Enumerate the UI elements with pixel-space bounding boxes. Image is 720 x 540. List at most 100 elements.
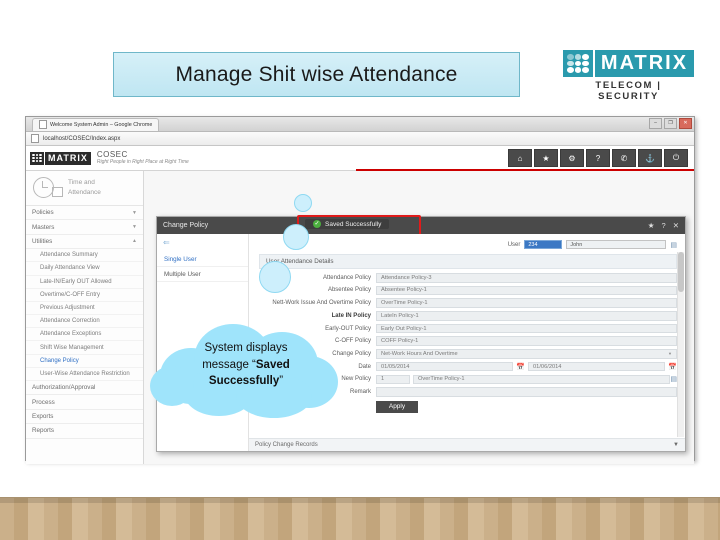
user-label: User <box>507 241 521 248</box>
user-row: User 234 John ▤ <box>259 240 677 249</box>
window-controls[interactable]: – ❐ ✕ <box>649 118 692 129</box>
matrix-dots-icon <box>563 50 593 77</box>
help-icon[interactable]: ? <box>586 149 610 167</box>
sidebar-group-exports[interactable]: Exports <box>26 410 143 425</box>
close-button[interactable]: ✕ <box>679 118 692 129</box>
calendar-icon[interactable]: 📅 <box>668 363 677 371</box>
new-policy-picker-icon[interactable]: ▤ <box>670 375 677 383</box>
callout-line-2-prefix: message “ <box>202 358 256 371</box>
minimize-button[interactable]: – <box>649 118 662 129</box>
user-picker-icon[interactable]: ▤ <box>670 241 677 249</box>
page-info-icon <box>31 134 39 143</box>
sidebar-group-utilities[interactable]: Utilities ▲ <box>26 235 143 250</box>
desk-surface <box>0 497 720 540</box>
matrix-tagline: TELECOM | SECURITY <box>595 80 662 102</box>
field-value: LateIn Policy-1 <box>376 311 677 321</box>
sidebar-group-process[interactable]: Process <box>26 395 143 410</box>
new-policy-name-field: OverTime Policy-1 <box>413 374 671 384</box>
tab-multiple-user[interactable]: Multiple User <box>157 267 248 282</box>
callout-line-1: System displays <box>204 342 288 354</box>
close-icon[interactable]: ✕ <box>673 221 679 230</box>
apply-button[interactable]: Apply <box>376 400 418 413</box>
sidebar-item-shift-wise-management[interactable]: Shift Wise Management <box>26 341 143 355</box>
widget-line-2: Attendance <box>68 188 101 196</box>
home-icon[interactable]: ⌂ <box>508 149 532 167</box>
chevron-down-icon: ▼ <box>132 209 137 216</box>
dialog-actions[interactable]: ★ ? ✕ <box>648 221 679 230</box>
sidebar-group-policies[interactable]: Policies ▼ <box>26 206 143 221</box>
change-policy-select[interactable]: Net-Work Hours And Overtime <box>376 349 677 359</box>
dialog-header: Change Policy ✓ Saved Successfully ★ ? ✕ <box>157 215 685 240</box>
app-body: Time and Attendance Policies ▼ Masters ▼… <box>26 171 694 464</box>
app-logo: MATRIX <box>30 151 91 165</box>
sidebar-item-attendance-summary[interactable]: Attendance Summary <box>26 249 143 263</box>
widget-line-1: Time and <box>68 178 95 186</box>
field-absentee-policy: Absentee Policy Absentee Policy-1 <box>259 285 677 296</box>
contact-icon[interactable]: ✆ <box>612 149 636 167</box>
app-logo-word: MATRIX <box>45 151 91 165</box>
sidebar-group-process-label: Process <box>32 398 55 406</box>
sidebar-item-attendance-correction[interactable]: Attendance Correction <box>26 315 143 329</box>
field-label: Nett-Work Issue And Overtime Policy <box>272 300 371 307</box>
back-arrow-icon[interactable]: ⇐ <box>163 238 170 247</box>
date-to-input[interactable]: 01/06/2014 <box>528 361 666 372</box>
field-attendance-policy: Attendance Policy Attendance Policy-3 <box>259 273 677 283</box>
product-branding: COSEC Right People in Right Place at Rig… <box>96 150 189 165</box>
matrix-logo: MATRIX TELECOM | SECURITY <box>563 50 694 102</box>
policy-change-records-section[interactable]: Policy Change Records ▼ <box>249 438 685 451</box>
sidebar-item-change-policy[interactable]: Change Policy <box>26 355 143 368</box>
sidebar-group-reports[interactable]: Reports <box>26 424 143 439</box>
field-value: COFF Policy-1 <box>376 336 677 346</box>
callout-text: System displays message “Saved Successfu… <box>150 340 342 390</box>
product-tagline: Right People in Right Place at Right Tim… <box>96 158 189 165</box>
callout-bubble-large <box>259 261 291 293</box>
date-from-input[interactable]: 01/05/2014 <box>376 361 514 372</box>
field-value: Absentee Policy-1 <box>376 285 677 296</box>
header-icon-bar[interactable]: ⌂ ★ ⚙ ? ✆ ⚓ ⏻ <box>508 149 688 167</box>
address-bar-url: localhost/COSEC/Index.aspx <box>43 135 121 142</box>
power-icon[interactable]: ⏻ <box>664 149 688 167</box>
page-favicon-icon <box>39 120 47 129</box>
remark-input[interactable] <box>376 387 677 397</box>
sidebar-item-overtime-coff-entry[interactable]: Overtime/C-OFF Entry <box>26 289 143 302</box>
maximize-button[interactable]: ❐ <box>664 118 677 129</box>
callout-line-3: Successfully” <box>150 373 342 390</box>
favorite-icon[interactable]: ★ <box>648 221 655 230</box>
field-value: OverTime Policy-1 <box>376 298 677 308</box>
browser-tab[interactable]: Welcome System Admin – Google Chrome <box>32 117 160 131</box>
callout-line-2-bold: Saved <box>255 358 290 371</box>
dialog-scrollbar[interactable] <box>677 252 684 437</box>
chevron-up-icon: ▲ <box>132 238 137 245</box>
browser-screenshot: Welcome System Admin – Google Chrome – ❐… <box>25 116 695 464</box>
sidebar-group-authorization[interactable]: Authorization/Approval <box>26 381 143 396</box>
sidebar-item-late-in-early-out[interactable]: Late-IN/Early OUT Allowed <box>26 276 143 289</box>
sitemap-icon[interactable]: ⚓ <box>638 149 662 167</box>
user-id-input[interactable]: 234 <box>524 240 563 249</box>
field-networkissue-overtime-policy: Nett-Work Issue And Overtime Policy Over… <box>259 298 677 308</box>
sidebar-group-policies-label: Policies <box>32 209 54 217</box>
sidebar-group-masters[interactable]: Masters ▼ <box>26 220 143 235</box>
help-icon[interactable]: ? <box>662 221 666 230</box>
callout-bubble-medium <box>283 224 309 250</box>
matrix-wordmark: MATRIX <box>595 50 694 77</box>
page-title-text: Manage Shit wise Attendance <box>175 62 458 86</box>
calendar-icon[interactable]: 📅 <box>516 363 525 371</box>
settings-icon[interactable]: ⚙ <box>560 149 584 167</box>
callout-line-2: message “Saved <box>150 357 342 374</box>
page-title: Manage Shit wise Attendance <box>113 52 520 97</box>
time-attendance-widget: Time and Attendance <box>26 171 143 206</box>
callout-line-3-suffix: ” <box>279 375 284 388</box>
tab-single-user[interactable]: Single User <box>157 252 248 267</box>
favorites-icon[interactable]: ★ <box>534 149 558 167</box>
new-policy-id-input[interactable]: 1 <box>376 374 410 384</box>
sidebar-item-previous-adjustment[interactable]: Previous Adjustment <box>26 302 143 316</box>
address-bar[interactable]: localhost/COSEC/Index.aspx <box>26 132 694 146</box>
sidebar-group-exports-label: Exports <box>32 412 54 420</box>
section-header: User Attendance Details <box>259 254 677 269</box>
app-logo-dots-icon <box>30 151 44 165</box>
sidebar-item-user-wise-restriction[interactable]: User-Wise Attendance Restriction <box>26 368 143 381</box>
sidebar-item-daily-attendance-view[interactable]: Daily Attendance View <box>26 262 143 276</box>
dialog-title: Change Policy <box>163 222 209 229</box>
app-header: MATRIX COSEC Right People in Right Place… <box>26 146 694 171</box>
sidebar-item-attendance-exceptions[interactable]: Attendance Exceptions <box>26 328 143 342</box>
